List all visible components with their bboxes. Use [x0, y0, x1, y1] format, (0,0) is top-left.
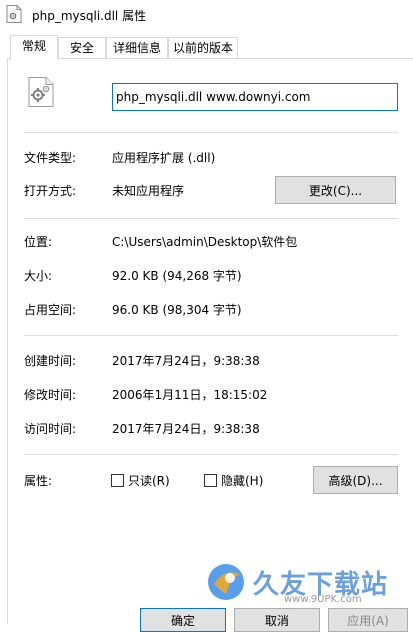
accessed-label: 访问时间: — [24, 422, 77, 436]
readonly-label: 只读(R) — [128, 474, 170, 488]
hidden-checkbox-box[interactable] — [204, 474, 217, 487]
file-type-value: 应用程序扩展 (.dll) — [112, 151, 216, 165]
location-label: 位置: — [24, 235, 53, 249]
dll-file-gear-icon — [28, 77, 54, 107]
modified-label: 修改时间: — [24, 388, 77, 402]
size-value: 92.0 KB (94,268 字节) — [112, 269, 242, 283]
ok-button[interactable]: 确定 — [140, 608, 226, 632]
opens-with-value: 未知应用程序 — [112, 184, 185, 198]
tab-strip: 常规 安全 详细信息 以前的版本 — [0, 35, 413, 60]
divider — [24, 132, 398, 133]
title-bar: php_mysqli.dll 属性 — [0, 0, 413, 30]
tab-details[interactable]: 详细信息 — [106, 37, 168, 59]
tab-previous-versions[interactable]: 以前的版本 — [168, 37, 238, 59]
file-name-input[interactable] — [112, 83, 398, 111]
watermark-url: www.9UPK.com — [284, 594, 362, 605]
readonly-checkbox[interactable]: 只读(R) — [111, 472, 170, 489]
attributes-label: 属性: — [24, 474, 53, 488]
divider — [24, 335, 398, 336]
hidden-checkbox[interactable]: 隐藏(H) — [204, 472, 263, 489]
divider — [24, 454, 398, 455]
file-type-label: 文件类型: — [24, 151, 77, 165]
disk-size-label: 占用空间: — [24, 303, 77, 317]
advanced-button[interactable]: 高级(D)... — [313, 466, 398, 494]
disk-size-value: 96.0 KB (98,304 字节) — [112, 303, 242, 317]
apply-button[interactable]: 应用(A) — [328, 608, 408, 632]
divider — [24, 218, 398, 219]
accessed-value: 2017年7月24日，9:38:38 — [112, 422, 260, 436]
window-title: php_mysqli.dll 属性 — [32, 9, 147, 23]
size-label: 大小: — [24, 269, 53, 283]
watermark-logo-icon — [208, 564, 244, 600]
dll-file-icon — [6, 5, 22, 23]
hidden-label: 隐藏(H) — [221, 474, 264, 488]
created-value: 2017年7月24日，9:38:38 — [112, 354, 260, 368]
tab-general[interactable]: 常规 — [10, 35, 58, 60]
tab-security[interactable]: 安全 — [58, 37, 106, 59]
modified-value: 2006年1月11日，18:15:02 — [112, 388, 268, 402]
general-panel — [7, 58, 413, 624]
opens-with-label: 打开方式: — [24, 184, 77, 198]
location-value: C:\Users\admin\Desktop\软件包 — [112, 235, 298, 249]
readonly-checkbox-box[interactable] — [111, 474, 124, 487]
created-label: 创建时间: — [24, 354, 77, 368]
change-button[interactable]: 更改(C)... — [275, 176, 396, 204]
cancel-button[interactable]: 取消 — [234, 608, 320, 632]
